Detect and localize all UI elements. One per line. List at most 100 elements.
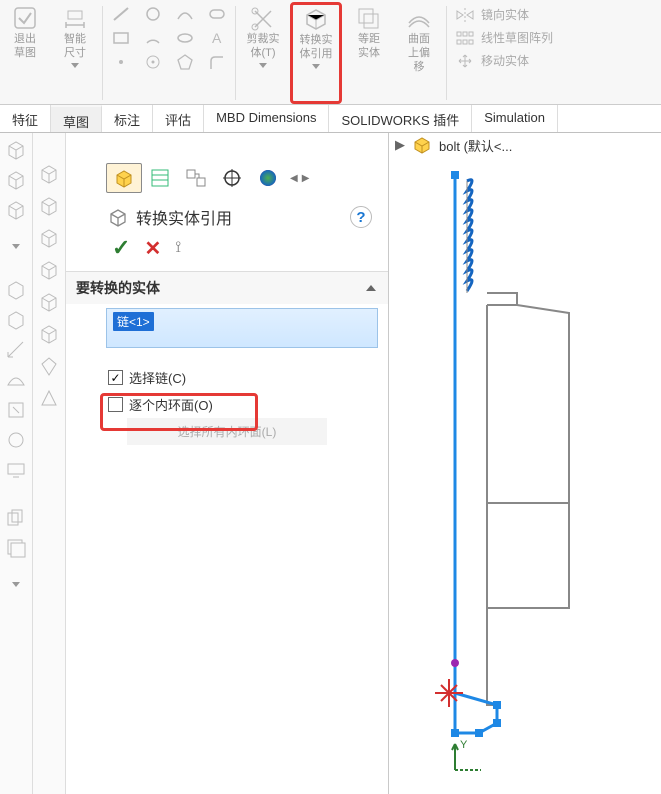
command-tabs: 特征 草图 标注 评估 MBD Dimensions SOLIDWORKS 插件… <box>0 105 661 133</box>
chevron-down-icon[interactable] <box>259 63 267 68</box>
surf-label-2: 上偏 <box>408 47 430 60</box>
slot-icon[interactable] <box>205 4 229 24</box>
cube-icon[interactable] <box>5 139 27 161</box>
exit-sketch-icon <box>11 4 39 32</box>
property-tab[interactable] <box>142 163 178 193</box>
text-icon[interactable]: A <box>205 28 229 48</box>
dim-label-1: 智能 <box>64 33 86 46</box>
line-tools-row <box>105 2 233 26</box>
spline-icon[interactable] <box>173 4 197 24</box>
appearance-tab[interactable] <box>250 163 286 193</box>
trim-label-1: 剪裁实 <box>247 33 280 46</box>
collapse-icon <box>366 285 376 291</box>
help-button[interactable]: ? <box>350 206 372 228</box>
offset-button[interactable]: 等距 实体 <box>348 4 390 60</box>
copy-icon[interactable] <box>5 507 27 529</box>
feature-tree-tab[interactable] <box>106 163 142 193</box>
part-icon <box>411 135 433 155</box>
surf-label-1: 曲面 <box>408 33 430 46</box>
select-chain-checkbox[interactable] <box>108 370 123 385</box>
panel-title-row: 转换实体引用 ? <box>106 205 388 229</box>
surf-offset-button[interactable]: 曲面 上偏 移 <box>398 4 440 74</box>
tab-annotate[interactable]: 标注 <box>102 105 153 132</box>
slice-icon[interactable] <box>38 387 60 409</box>
nav-right-icon[interactable]: ▶ <box>302 173 310 184</box>
move-label: 移动实体 <box>481 52 529 69</box>
svg-text:A: A <box>212 30 222 46</box>
pin-button[interactable]: ⟟ <box>175 239 181 257</box>
chevron-down-icon[interactable] <box>71 63 79 68</box>
convert-entities-group: 转换实 体引用 <box>290 2 342 104</box>
scale-icon[interactable] <box>5 339 27 361</box>
left-icon-strip-2 <box>33 133 66 794</box>
cube-icon[interactable] <box>38 323 60 345</box>
exit-sketch-button[interactable]: 退出 草图 <box>4 4 46 60</box>
part-name[interactable]: bolt (默认<... <box>439 136 512 155</box>
cancel-button[interactable]: ✕ <box>144 236 161 261</box>
mirror-entities-button[interactable]: 镜向实体 <box>455 6 553 23</box>
tab-evaluate[interactable]: 评估 <box>153 105 204 132</box>
chevron-down-icon[interactable] <box>12 244 20 249</box>
coord-axes-icon: Y <box>447 738 487 778</box>
selection-list[interactable]: 链<1> <box>106 308 378 348</box>
expand-icon[interactable]: ▶ <box>395 137 405 153</box>
nav-left-icon[interactable]: ◀ <box>290 173 298 184</box>
trim-label-2: 体(T) <box>250 47 275 60</box>
highlight-box <box>100 393 258 431</box>
ellipse-icon[interactable] <box>173 28 197 48</box>
cube-icon[interactable] <box>38 291 60 313</box>
trim-icon <box>249 4 277 32</box>
surf-offset-icon <box>405 4 433 32</box>
polygon-icon[interactable] <box>173 52 197 72</box>
fillet-icon[interactable] <box>205 52 229 72</box>
convert-entities-icon <box>106 206 130 228</box>
list-item[interactable]: 链<1> <box>113 312 154 331</box>
convert-label-2: 体引用 <box>300 48 333 61</box>
line-icon[interactable] <box>109 4 133 24</box>
smart-dim-button[interactable]: 智能 尺寸 <box>54 4 96 68</box>
point-icon[interactable] <box>109 52 133 72</box>
circle-icon[interactable] <box>141 4 165 24</box>
trim-button[interactable]: 剪裁实 体(T) <box>242 4 284 68</box>
move-entities-button[interactable]: 移动实体 <box>455 52 553 69</box>
panel-action-buttons: ✓ ✕ ⟟ <box>112 235 388 261</box>
tab-features[interactable]: 特征 <box>0 105 51 132</box>
cube-icon[interactable] <box>5 279 27 301</box>
graphics-viewport[interactable]: ▶ bolt (默认<... <box>389 133 661 794</box>
display-icon[interactable] <box>5 459 27 481</box>
exit-label-2: 草图 <box>14 47 36 60</box>
tool-icon[interactable] <box>5 429 27 451</box>
smart-dim-group: 智能 尺寸 <box>50 2 100 104</box>
tab-addins[interactable]: SOLIDWORKS 插件 <box>329 105 472 132</box>
cube-icon[interactable] <box>38 259 60 281</box>
offset-group: 等距 实体 <box>344 2 394 104</box>
stack-icon[interactable] <box>5 537 27 559</box>
offset-label-2: 实体 <box>358 47 380 60</box>
section-header[interactable]: 要转换的实体 <box>66 271 388 304</box>
ok-button[interactable]: ✓ <box>112 235 130 261</box>
cube-icon[interactable] <box>38 195 60 217</box>
dome-icon[interactable] <box>5 369 27 391</box>
tab-simulation[interactable]: Simulation <box>472 105 558 132</box>
rect-icon[interactable] <box>109 28 133 48</box>
convert-label-1: 转换实 <box>300 34 333 47</box>
tab-sketch[interactable]: 草图 <box>51 105 102 132</box>
gem-icon[interactable] <box>38 355 60 377</box>
offset-icon <box>355 4 383 32</box>
arc-icon[interactable] <box>141 28 165 48</box>
tab-mbd[interactable]: MBD Dimensions <box>204 105 329 132</box>
wrap-icon[interactable] <box>5 399 27 421</box>
cube-icon[interactable] <box>38 163 60 185</box>
config-tab[interactable] <box>178 163 214 193</box>
chevron-down-icon[interactable] <box>312 64 320 69</box>
convert-entities-button[interactable]: 转换实 体引用 <box>295 5 337 69</box>
linear-pattern-button[interactable]: 线性草图阵列 <box>455 29 553 46</box>
cube-icon[interactable] <box>5 199 27 221</box>
cube-icon[interactable] <box>5 309 27 331</box>
mirror-label: 镜向实体 <box>481 6 529 23</box>
center-icon[interactable] <box>141 52 165 72</box>
cube-icon[interactable] <box>5 169 27 191</box>
target-tab[interactable] <box>214 163 250 193</box>
chevron-down-icon[interactable] <box>12 582 20 587</box>
cube-icon[interactable] <box>38 227 60 249</box>
